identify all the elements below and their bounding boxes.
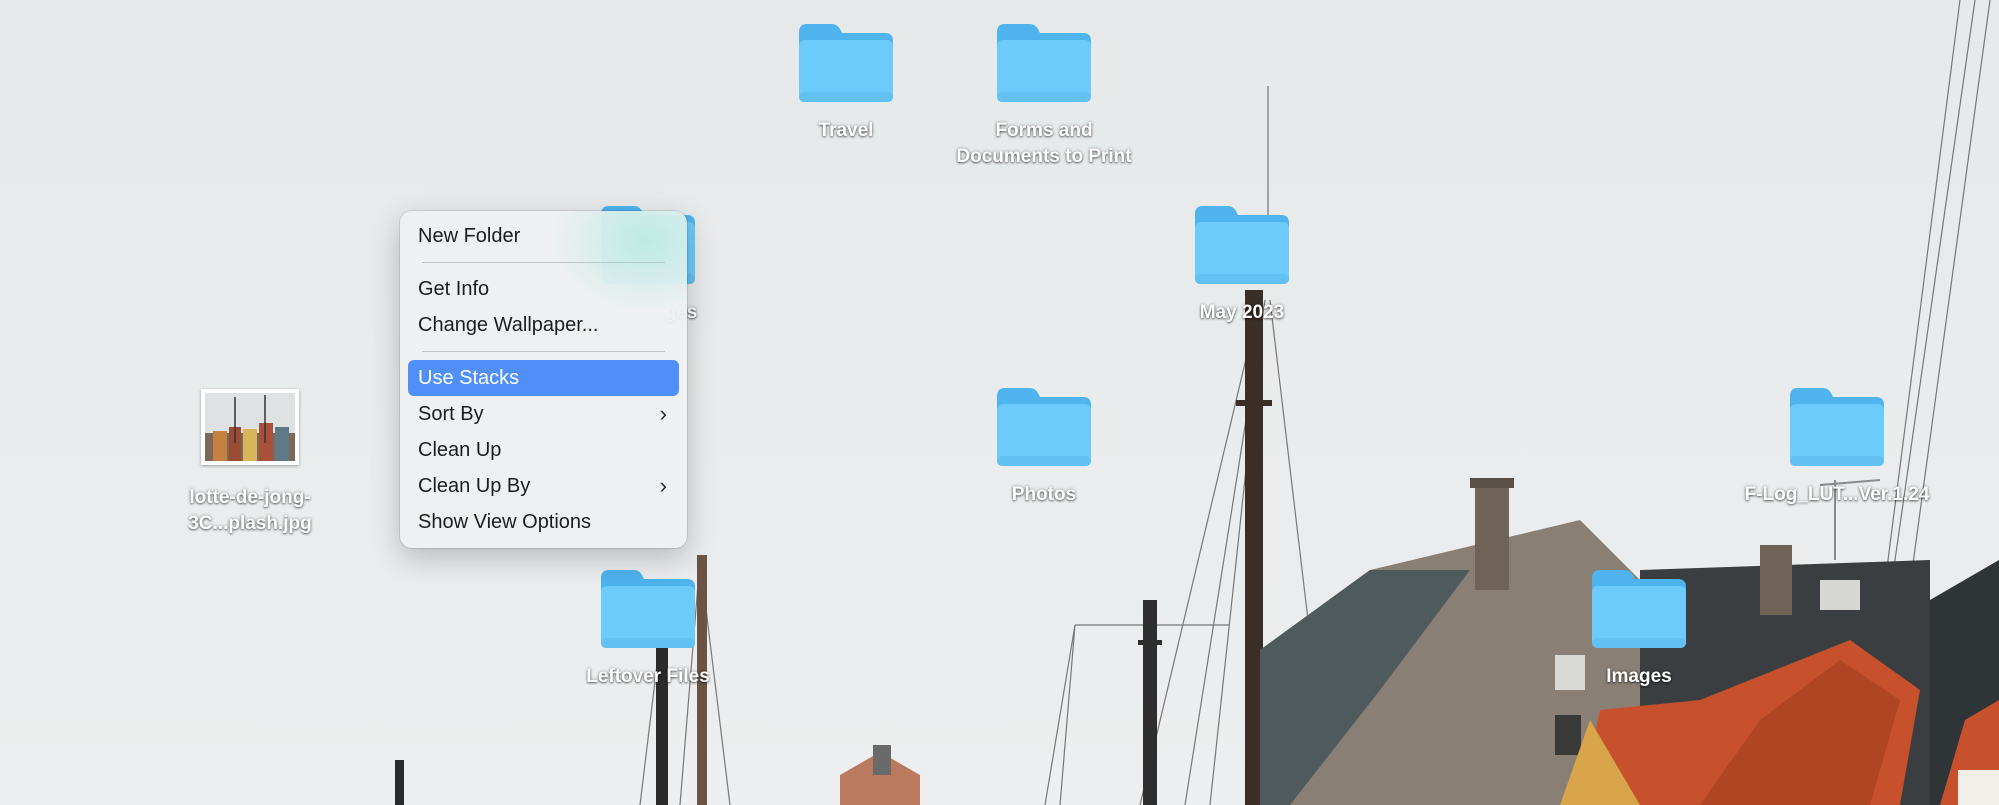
menu-item-clean-up-by[interactable]: Clean Up By ›: [408, 468, 679, 504]
folder-f-log-lut[interactable]: F-Log_LUT...Ver.1.24: [1737, 384, 1937, 508]
menu-item-label: Clean Up: [418, 439, 502, 461]
menu-item-clean-up[interactable]: Clean Up: [408, 432, 679, 468]
folder-label: Photos: [1011, 484, 1077, 505]
folder-leftover-files[interactable]: Leftover Files: [548, 566, 748, 690]
folder-icon: [997, 388, 1091, 466]
folder-icon: [997, 24, 1091, 102]
folder-may-2023[interactable]: May 2023: [1142, 202, 1342, 326]
menu-item-sort-by[interactable]: Sort By ›: [408, 396, 679, 432]
desktop: Travel Forms and Documents to Print ges …: [0, 0, 1999, 805]
menu-item-label: Clean Up By: [418, 475, 531, 497]
image-file-lotte-de-jong[interactable]: lotte-de-jong-3C...plash.jpg: [150, 389, 350, 537]
menu-item-label: New Folder: [418, 225, 521, 247]
menu-item-label: Sort By: [418, 403, 484, 425]
image-thumbnail: [201, 389, 299, 465]
menu-item-new-folder[interactable]: New Folder: [408, 218, 679, 254]
menu-item-label: Use Stacks: [418, 367, 520, 389]
file-label: lotte-de-jong-3C...plash.jpg: [188, 487, 312, 534]
folder-icon: [1592, 570, 1686, 648]
chevron-right-icon: ›: [659, 473, 667, 498]
folder-label: Images: [1606, 666, 1672, 687]
folder-label: F-Log_LUT...Ver.1.24: [1744, 484, 1930, 505]
folder-photos[interactable]: Photos: [944, 384, 1144, 508]
folder-images[interactable]: Images: [1539, 566, 1739, 690]
folder-label: May 2023: [1199, 302, 1285, 323]
folder-icon: [1790, 388, 1884, 466]
menu-item-use-stacks[interactable]: Use Stacks: [408, 360, 679, 396]
menu-separator: [422, 351, 665, 352]
photo-thumbnail-icon: [205, 393, 295, 461]
folder-travel[interactable]: Travel: [746, 20, 946, 144]
folder-icon: [601, 570, 695, 648]
folder-forms-and-documents[interactable]: Forms and Documents to Print: [944, 20, 1144, 170]
menu-item-label: Change Wallpaper...: [418, 314, 599, 336]
menu-item-get-info[interactable]: Get Info: [408, 271, 679, 307]
chevron-right-icon: ›: [659, 401, 667, 426]
menu-item-label: Get Info: [418, 278, 490, 300]
folder-icon: [1195, 206, 1289, 284]
folder-icon: [799, 24, 893, 102]
folder-label: Leftover Files: [586, 666, 710, 687]
menu-item-change-wallpaper[interactable]: Change Wallpaper...: [408, 307, 679, 343]
menu-separator: [422, 262, 665, 263]
folder-label: Travel: [818, 120, 874, 141]
menu-item-label: Show View Options: [418, 511, 592, 533]
menu-item-show-view-options[interactable]: Show View Options: [408, 504, 679, 540]
folder-label: Forms and Documents to Print: [956, 120, 1132, 167]
desktop-context-menu: New Folder Get Info Change Wallpaper... …: [400, 211, 687, 548]
